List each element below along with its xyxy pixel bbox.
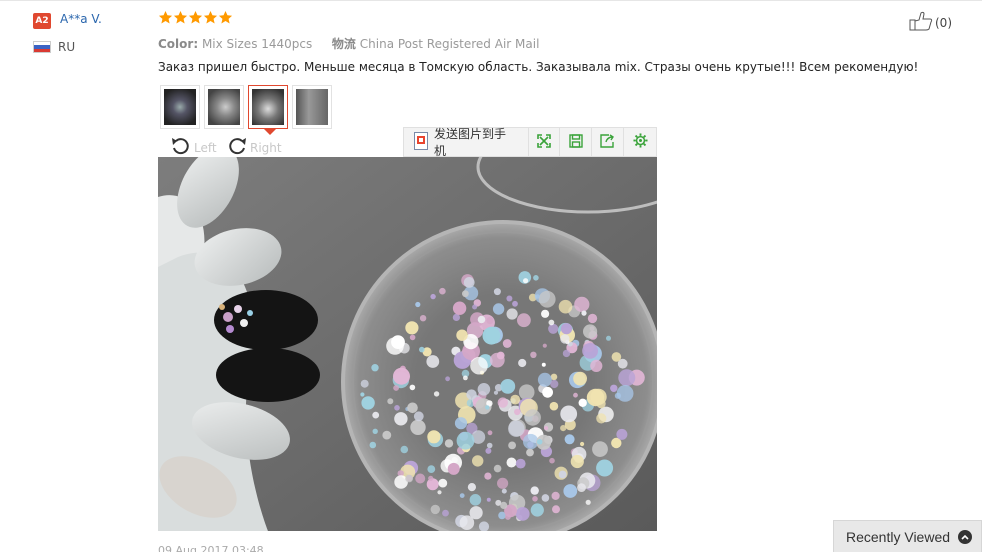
order-attributes: Color: Mix Sizes 1440pcs 物流 China Post R… <box>158 35 539 52</box>
rotate-left-label: Left <box>194 140 217 155</box>
reviewer-country: RU <box>58 40 76 54</box>
review-photo[interactable] <box>158 157 657 531</box>
review-text: Заказ пришел быстро. Меньше месяца в Том… <box>158 60 919 74</box>
share-image-button[interactable] <box>592 128 625 156</box>
rotate-left-icon <box>170 136 192 159</box>
helpful-button[interactable]: (0) <box>909 11 952 34</box>
settings-icon <box>633 132 648 152</box>
share-icon <box>600 133 615 152</box>
logistics-value: China Post Registered Air Mail <box>359 37 540 51</box>
review-date: 09 Aug 2017 03:48 <box>158 544 264 552</box>
top-divider <box>0 0 982 1</box>
rotate-left-button[interactable]: Left <box>170 136 217 159</box>
review-thumbnail[interactable] <box>292 85 332 129</box>
review-thumbnail[interactable] <box>160 85 200 129</box>
star-icon <box>218 10 233 25</box>
recently-viewed-label: Recently Viewed <box>846 528 951 545</box>
star-icon <box>158 10 173 25</box>
settings-button[interactable] <box>624 128 656 156</box>
star-icon <box>173 10 188 25</box>
recently-viewed-tab[interactable]: Recently Viewed <box>833 520 982 552</box>
fullscreen-button[interactable] <box>529 128 561 156</box>
image-viewer-toolbar: Left Right 发送图片到手机 <box>158 127 657 159</box>
star-icon <box>188 10 203 25</box>
send-to-phone-label: 发送图片到手机 <box>434 127 507 158</box>
qr-phone-icon <box>414 131 428 153</box>
rotate-right-label: Right <box>250 140 282 155</box>
helpful-count: (0) <box>935 15 952 30</box>
star-rating <box>158 10 233 25</box>
buyer-level-badge: A2 <box>33 13 51 29</box>
review-thumbnail[interactable] <box>204 85 244 129</box>
review-thumbnail[interactable] <box>248 85 288 135</box>
rotate-right-button[interactable]: Right <box>226 136 282 159</box>
image-tools: 发送图片到手机 <box>403 127 657 158</box>
color-value: Mix Sizes 1440pcs <box>201 37 313 51</box>
russia-flag-icon <box>33 41 51 53</box>
color-label: Color: <box>158 37 199 51</box>
thumbs-up-icon <box>909 11 933 34</box>
reviewer-name[interactable]: A**a V. <box>60 12 102 26</box>
star-icon <box>203 10 218 25</box>
save-icon <box>569 133 583 152</box>
send-to-phone-button[interactable]: 发送图片到手机 <box>404 127 529 158</box>
fullscreen-icon <box>537 133 551 152</box>
chevron-up-icon <box>958 529 973 544</box>
save-image-button[interactable] <box>560 128 593 156</box>
logistics-label: 物流 <box>331 37 356 51</box>
rotate-right-icon <box>226 136 248 159</box>
review-thumbnails <box>160 85 332 135</box>
